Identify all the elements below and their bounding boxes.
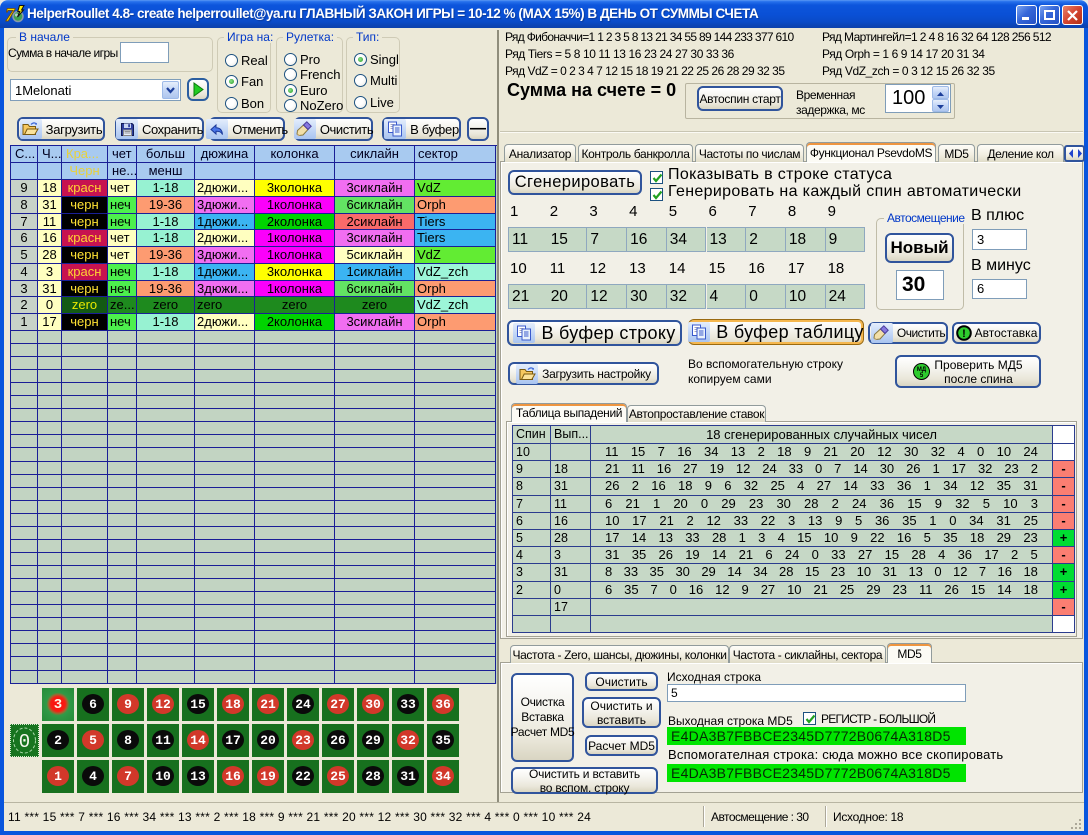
svg-text:0: 0 (19, 731, 30, 753)
svg-text:7: 7 (5, 5, 16, 25)
svg-text:!: ! (962, 328, 966, 340)
